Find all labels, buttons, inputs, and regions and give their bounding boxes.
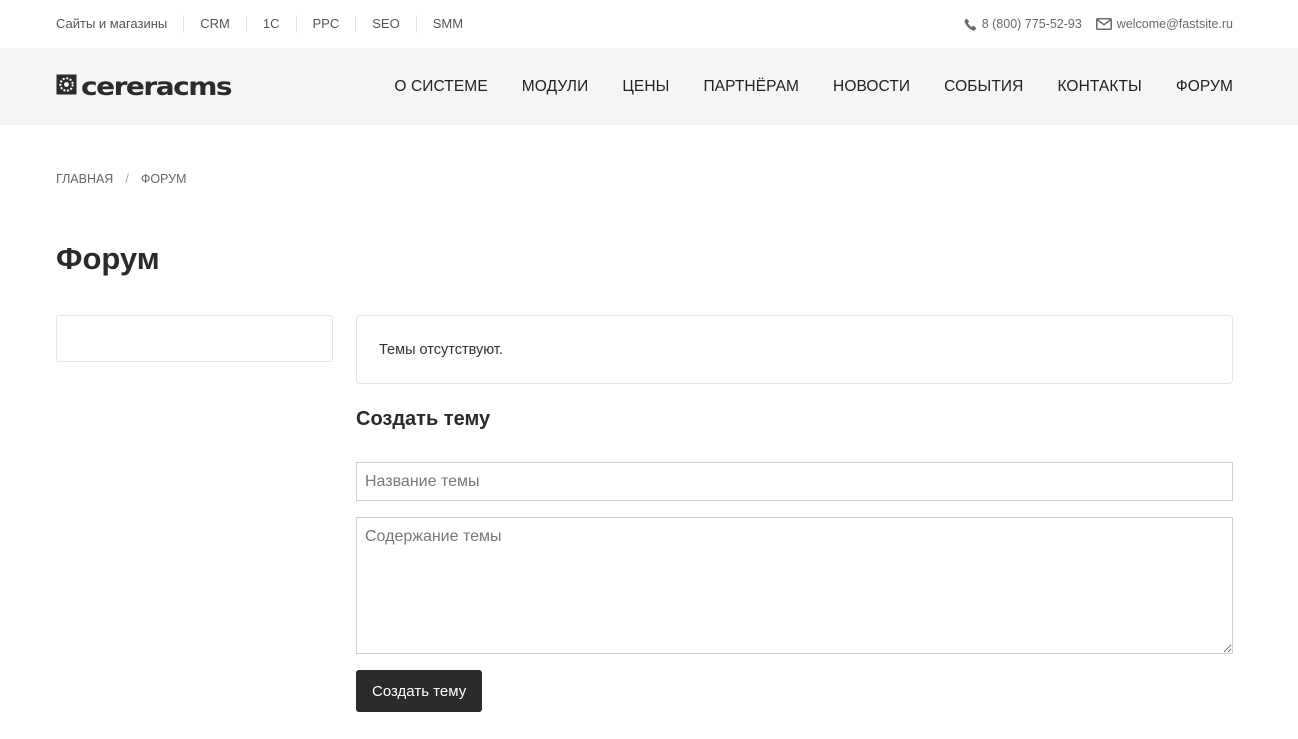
main-nav: О СИСТЕМЕ МОДУЛИ ЦЕНЫ ПАРТНЁРАМ НОВОСТИ … bbox=[394, 78, 1233, 96]
sidebar-panel bbox=[56, 315, 333, 362]
nav-item-forum[interactable]: ФОРУМ bbox=[1176, 78, 1233, 96]
nav-item-news[interactable]: НОВОСТИ bbox=[833, 78, 910, 96]
top-links: Сайты и магазины CRM 1С PPC SEO SMM bbox=[56, 15, 479, 33]
contacts: 8 (800) 775-52-93 welcome@fastsite.ru bbox=[964, 17, 1233, 31]
top-link-seo[interactable]: SEO bbox=[355, 15, 415, 33]
nav-item-contacts[interactable]: КОНТАКТЫ bbox=[1057, 78, 1141, 96]
nav-item-about[interactable]: О СИСТЕМЕ bbox=[394, 78, 487, 96]
logo-text: cereracms bbox=[81, 71, 233, 101]
empty-topics-message: Темы отсутствуют. bbox=[379, 341, 503, 358]
logo[interactable]: cereracms bbox=[56, 71, 233, 101]
phone-icon bbox=[964, 18, 977, 31]
breadcrumb-home[interactable]: ГЛАВНАЯ bbox=[56, 172, 113, 186]
create-topic-button[interactable]: Создать тему bbox=[356, 670, 483, 712]
phone-number: 8 (800) 775-52-93 bbox=[981, 17, 1082, 31]
envelope-icon bbox=[1095, 18, 1112, 30]
topic-body-textarea[interactable] bbox=[356, 517, 1233, 654]
empty-topics-panel: Темы отсутствуют. bbox=[356, 315, 1233, 384]
breadcrumb: ГЛАВНАЯ / ФОРУМ bbox=[56, 171, 1298, 187]
top-link-sites[interactable]: Сайты и магазины bbox=[56, 15, 183, 33]
top-link-ppc[interactable]: PPC bbox=[295, 15, 356, 33]
topic-title-input[interactable] bbox=[356, 462, 1233, 501]
create-topic-heading: Создать тему bbox=[356, 408, 491, 430]
email-address: welcome@fastsite.ru bbox=[1116, 17, 1233, 31]
phone-contact[interactable]: 8 (800) 775-52-93 bbox=[964, 17, 1082, 31]
top-link-1c[interactable]: 1С bbox=[245, 15, 296, 33]
nav-item-modules[interactable]: МОДУЛИ bbox=[522, 78, 589, 96]
forum-main: Темы отсутствуют. Создать тему Создать т… bbox=[356, 315, 1233, 712]
top-bar: Сайты и магазины CRM 1С PPC SEO SMM 8 (8… bbox=[0, 0, 1298, 48]
breadcrumb-separator: / bbox=[125, 172, 129, 186]
nav-item-prices[interactable]: ЦЕНЫ bbox=[622, 78, 669, 96]
main-header: cereracms О СИСТЕМЕ МОДУЛИ ЦЕНЫ ПАРТНЁРА… bbox=[0, 48, 1298, 125]
nav-item-partners[interactable]: ПАРТНЁРАМ bbox=[703, 78, 799, 96]
nav-item-events[interactable]: СОБЫТИЯ bbox=[944, 78, 1023, 96]
top-link-crm[interactable]: CRM bbox=[183, 15, 246, 33]
breadcrumb-current: ФОРУМ bbox=[140, 172, 187, 186]
page-title: Форум bbox=[56, 241, 160, 276]
top-link-smm[interactable]: SMM bbox=[415, 15, 479, 33]
email-contact[interactable]: welcome@fastsite.ru bbox=[1095, 17, 1233, 31]
gear-icon bbox=[56, 74, 77, 100]
